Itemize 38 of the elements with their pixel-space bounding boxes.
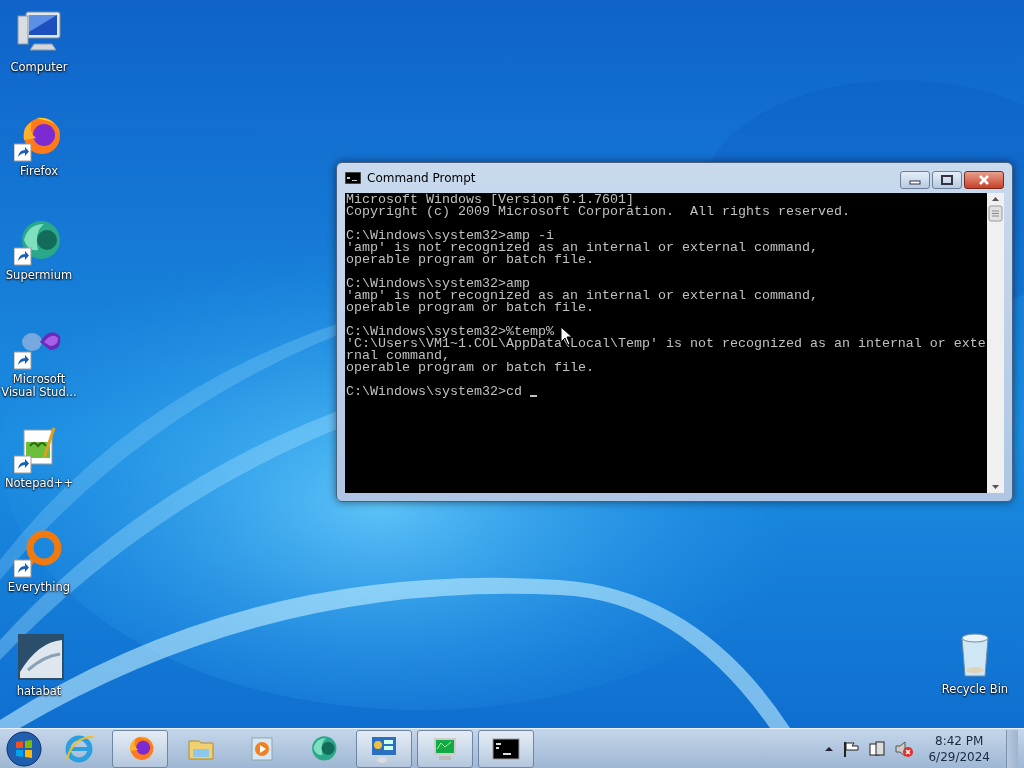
muted-speaker-icon[interactable] <box>894 739 915 758</box>
console-icon <box>345 172 361 184</box>
maximize-button[interactable] <box>932 171 962 189</box>
clock-date: 6/29/2024 <box>928 748 990 765</box>
text-cursor <box>529 395 537 397</box>
window-title: Command Prompt <box>367 170 476 187</box>
console-line: C:\Windows\system32>cd <box>346 386 523 398</box>
flag-icon[interactable] <box>842 739 861 758</box>
clock-time: 8:42 PM <box>935 732 984 749</box>
console-line: operable program or batch file. <box>346 254 594 266</box>
console-line: C:\Windows\system32>amp <box>346 278 530 290</box>
console-line: operable program or batch file. <box>346 302 594 314</box>
icon-label[interactable]: Microsoft Visual Stud... <box>0 373 78 399</box>
icon-label[interactable]: Recycle Bin <box>941 683 1009 696</box>
magnifier-shortcut-icon[interactable] <box>14 528 64 578</box>
console-line: C:\Windows\system32>amp -i <box>346 230 554 242</box>
icon-label[interactable]: hatabat <box>16 685 62 698</box>
icon-label[interactable]: Computer <box>10 61 68 74</box>
console-line: 'amp' is not recognized as an internal or external command, <box>346 290 818 302</box>
console-line: C:\Windows\system32>%temp% <box>346 326 554 338</box>
taskbar-button[interactable] <box>478 729 534 768</box>
console-line: rnal command, <box>346 350 450 362</box>
close-icon <box>978 175 990 185</box>
console-line: 'C:\Users\VM1~1.COL\AppData\Local\Temp' is not recognized as an internal or exte <box>346 338 986 350</box>
network-icon[interactable] <box>868 739 887 758</box>
icon-label[interactable]: Firefox <box>19 165 59 178</box>
console-line: operable program or batch file. <box>346 362 594 374</box>
icon-label[interactable]: Notepad++ <box>4 477 74 490</box>
scrollbar[interactable] <box>987 193 1004 493</box>
console-line: Microsoft Windows [Version 6.1.7601] <box>346 194 634 206</box>
console-line: 'amp' is not recognized as an internal or external command, <box>346 242 818 254</box>
console-line: Copyright (c) 2009 Microsoft Corporation. All rights reserved. <box>346 206 850 218</box>
icon-label[interactable]: Everything <box>7 581 71 594</box>
maximize-icon <box>941 175 953 185</box>
icon-label[interactable]: Supermium <box>5 269 73 282</box>
clock[interactable]: 8:42 PM 6/29/2024 <box>928 732 990 765</box>
scroll-thumb[interactable] <box>988 205 1003 222</box>
close-button[interactable] <box>964 171 1004 189</box>
